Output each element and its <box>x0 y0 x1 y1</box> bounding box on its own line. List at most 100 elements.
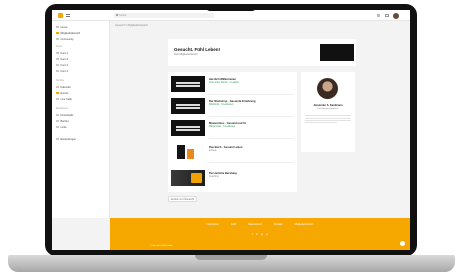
hero-thumbnail <box>320 44 354 61</box>
sidebar-item-label: Kalender <box>60 85 71 89</box>
product-title: Das Buch · Gesund Leben <box>209 146 243 149</box>
product-meta: E-Book <box>209 150 217 152</box>
course-icon <box>56 69 59 73</box>
camera-notch <box>206 4 256 11</box>
sidebar-item-downloads[interactable]: Downloads <box>56 113 73 117</box>
sidebar-item-course[interactable]: Kurs 2 <box>56 57 68 61</box>
user-avatar[interactable] <box>393 12 399 19</box>
book-icon <box>56 119 59 123</box>
search-input[interactable]: Suche <box>114 13 214 18</box>
sidebar-item-settings[interactable]: Einstellungen <box>56 137 76 141</box>
product-thumbnail <box>171 98 205 114</box>
product-title: Masterclass · Gesund und fit <box>209 122 246 125</box>
screen: Suche Home Mitgliederbereich Community K… <box>52 10 410 250</box>
product-list: Herzlich Willkommen Dein erster Schritt … <box>168 72 297 192</box>
video-icon <box>56 97 59 101</box>
course-icon <box>56 51 59 55</box>
sidebar-item-members[interactable]: Mitgliederbereich <box>56 31 80 35</box>
course-icon <box>56 57 59 61</box>
profile-role: Dein Ansprechpartner <box>317 108 339 110</box>
list-item[interactable]: Masterclass · Gesund und fit Masterclass… <box>171 118 294 138</box>
list-item[interactable]: Das Buch · Gesund Leben E-Book <box>171 142 294 162</box>
sidebar-item-calendar[interactable]: Kalender <box>56 85 71 89</box>
sidebar-item-label: Events <box>60 91 69 95</box>
laptop-base-lip <box>195 255 267 260</box>
list-item[interactable]: Herzlich Willkommen Dein erster Schritt … <box>171 74 294 94</box>
hamburger-menu-icon[interactable] <box>66 14 70 17</box>
sidebar-item-label: Links <box>60 125 67 129</box>
search-placeholder: Suche <box>119 13 127 17</box>
sidebar-item-label: Community <box>60 37 74 41</box>
sidebar-item-course[interactable]: Kurs 1 <box>56 51 68 55</box>
sidebar-item-events[interactable]: Events <box>56 91 68 95</box>
product-title: Persönliche Beratung <box>209 172 237 175</box>
gear-icon <box>56 137 59 141</box>
product-title: Herzlich Willkommen <box>209 78 237 81</box>
sidebar-item-label: Kurs 1 <box>60 51 69 55</box>
profile-name: Alexander S. Kaufmann <box>313 104 343 107</box>
link-icon <box>56 125 59 129</box>
sidebar-item-label: Mitgliederbereich <box>60 31 81 35</box>
topbar: Suche <box>52 10 410 21</box>
messages-icon[interactable] <box>385 14 389 17</box>
footer-link[interactable]: AGB <box>231 223 236 226</box>
sidebar-item-home[interactable]: Home <box>56 25 67 29</box>
sidebar-item-label: Kurs 4 <box>60 69 69 73</box>
youtube-icon[interactable]: yt <box>266 233 268 236</box>
home-icon <box>56 25 59 29</box>
product-meta: Workshop · 6 Lektionen <box>209 104 234 106</box>
search-icon <box>115 14 118 17</box>
logo-icon[interactable] <box>58 13 63 18</box>
footer-link[interactable]: Kontakt <box>274 223 282 226</box>
sidebar-section-heading: Ressourcen <box>56 108 69 110</box>
download-icon <box>56 113 59 117</box>
list-item[interactable]: Der Workshop · Gesunde Ernährung Worksho… <box>171 96 294 116</box>
footer-link[interactable]: Datenschutz <box>248 223 262 226</box>
profile-avatar <box>317 78 338 99</box>
back-button[interactable]: Zurück zur Übersicht <box>168 196 198 203</box>
product-meta: Masterclass · 8 Lektionen <box>209 126 236 128</box>
course-icon <box>56 63 59 67</box>
footer-link[interactable]: Impressum <box>206 223 218 226</box>
sidebar-section-heading: Termine <box>56 80 65 82</box>
breadcrumb[interactable]: Gesucht in Mitgliederbereich <box>115 24 148 27</box>
sidebar-item-label: Bücher <box>60 119 69 123</box>
facebook-icon[interactable]: f <box>252 233 253 236</box>
sidebar-item-community[interactable]: Community <box>56 37 74 41</box>
sidebar-item-label: Downloads <box>60 113 74 117</box>
sidebar-item-live-calls[interactable]: Live Calls <box>56 97 72 101</box>
sidebar-item-course[interactable]: Kurs 4 <box>56 69 68 73</box>
copyright: © Gesucht. Fühl Leben <box>150 245 173 247</box>
instagram-icon[interactable]: ig <box>261 233 263 236</box>
list-item[interactable]: Persönliche Beratung Coaching <box>171 168 294 188</box>
sidebar-item-label: Kurs 3 <box>60 63 69 67</box>
page-title: Gesucht. Fühl Leben! <box>174 47 221 52</box>
book-thumbnail <box>171 144 205 160</box>
footer-link[interactable]: Mitgliederbereich <box>295 223 314 226</box>
linkedin-icon[interactable]: in <box>256 233 258 236</box>
product-meta: Coaching <box>209 176 219 178</box>
chat-icon[interactable] <box>400 241 405 246</box>
product-title: Der Workshop · Gesunde Ernährung <box>209 100 256 103</box>
members-icon <box>56 31 59 35</box>
sidebar-item-links[interactable]: Links <box>56 125 67 129</box>
hero-card: Gesucht. Fühl Leben! Dein Mitgliederbere… <box>168 39 356 66</box>
sidebar: Home Mitgliederbereich Community Kurse K… <box>52 21 110 218</box>
sidebar-item-label: Kurs 2 <box>60 57 69 61</box>
footer-links: Impressum AGB Datenschutz Kontakt Mitgli… <box>110 223 410 226</box>
social-links: f in ig yt <box>110 233 410 236</box>
sidebar-item-label: Einstellungen <box>60 137 77 141</box>
product-thumbnail <box>171 120 205 136</box>
sidebar-item-label: Home <box>60 25 68 29</box>
calendar-icon <box>56 85 59 89</box>
footer: Impressum AGB Datenschutz Kontakt Mitgli… <box>110 218 410 250</box>
event-icon <box>56 91 59 95</box>
page-subtitle: Dein Mitgliederbereich <box>174 53 198 56</box>
sidebar-section-heading: Kurse <box>56 46 63 48</box>
sidebar-item-course[interactable]: Kurs 3 <box>56 63 68 67</box>
apps-icon[interactable] <box>377 14 380 17</box>
sidebar-item-books[interactable]: Bücher <box>56 119 69 123</box>
product-meta: Dein erster Schritt · 1 Lektion <box>209 82 239 84</box>
product-thumbnail <box>171 76 205 92</box>
product-thumbnail <box>171 170 205 186</box>
